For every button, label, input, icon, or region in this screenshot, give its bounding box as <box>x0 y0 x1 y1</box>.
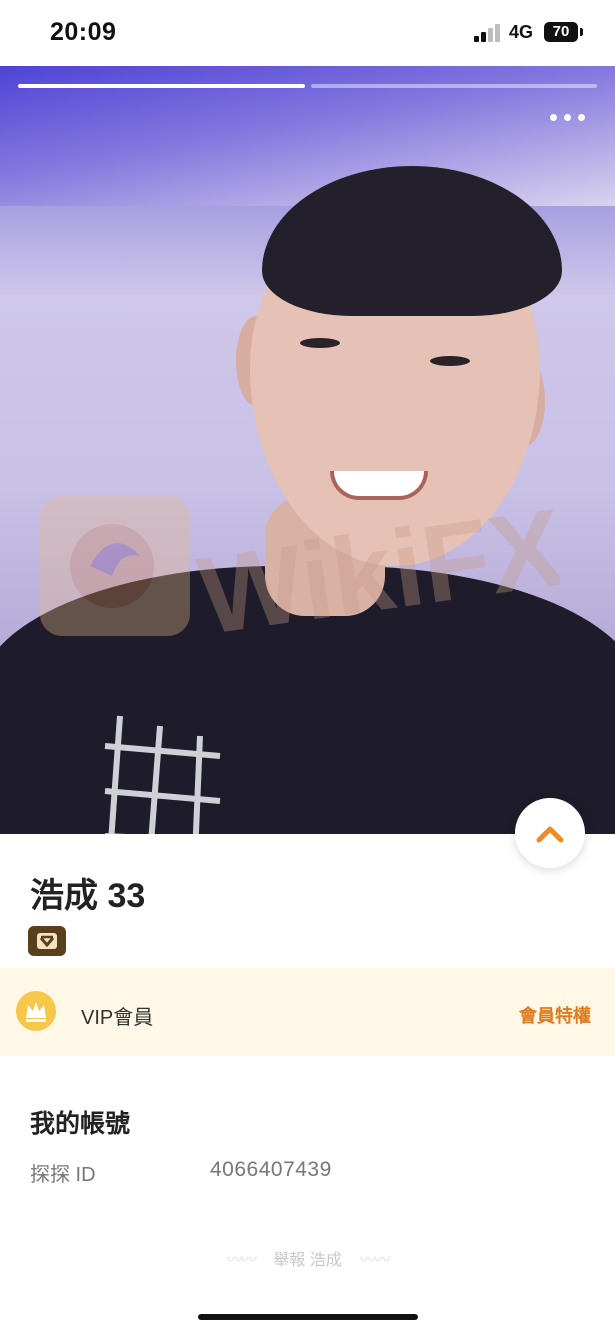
profile-photo[interactable]: WikiFX <box>0 66 615 834</box>
wave-decoration: 〰〰 <box>360 1252 390 1269</box>
home-indicator[interactable] <box>198 1314 418 1320</box>
photo-eye-right <box>430 356 470 366</box>
battery-icon: 70 <box>544 22 578 42</box>
account-section-title: 我的帳號 <box>30 1110 131 1138</box>
watermark-logo: WikiFX <box>40 496 560 658</box>
account-id-value: 4066407439 <box>210 1158 332 1181</box>
story-progress-active <box>18 84 305 88</box>
account-id-label: 探探 ID <box>30 1164 96 1186</box>
collapse-button[interactable] <box>515 798 585 868</box>
battery-tip <box>580 28 583 36</box>
wave-decoration: 〰〰 <box>226 1252 257 1269</box>
signal-icon <box>474 24 502 42</box>
network-type: 4G <box>509 22 534 42</box>
vip-label: VIP會員 <box>81 1007 154 1029</box>
verified-badge-icon <box>28 926 66 956</box>
shirt-print <box>104 715 221 834</box>
more-icon[interactable] <box>548 110 588 124</box>
watermark-text: WikiFX <box>191 496 560 658</box>
profile-name: 浩成 33 <box>30 877 146 915</box>
vip-member-bar[interactable]: VIP會員 會員特權 <box>0 968 615 1056</box>
status-bar: 20:09 4G 70 <box>0 0 615 66</box>
story-progress-inactive <box>311 84 597 88</box>
chevron-up-icon <box>536 826 564 843</box>
photo-eye-left <box>300 338 340 348</box>
status-time: 20:09 <box>50 18 117 46</box>
report-user-link[interactable]: 舉報 浩成 <box>273 1252 341 1269</box>
report-row: 〰〰 舉報 浩成 〰〰 <box>0 1246 615 1270</box>
member-privileges-link[interactable]: 會員特權 <box>519 1002 591 1028</box>
crown-icon <box>16 991 56 1031</box>
